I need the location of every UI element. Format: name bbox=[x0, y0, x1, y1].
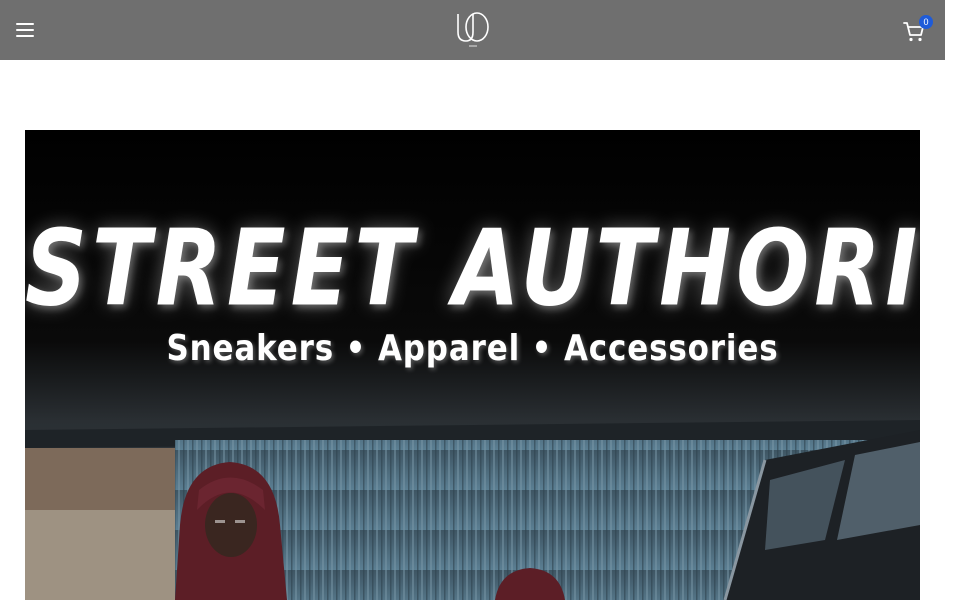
hamburger-menu-icon bbox=[16, 23, 34, 25]
logo-icon bbox=[457, 12, 489, 47]
banner-subtitle: Sneakers • Apparel • Accessories bbox=[166, 328, 779, 369]
cart-button[interactable]: 0 bbox=[900, 15, 940, 46]
site-header: 0 bbox=[0, 0, 945, 60]
brand-logo[interactable] bbox=[452, 8, 494, 50]
cart-count-badge: 0 bbox=[919, 15, 933, 29]
menu-button[interactable] bbox=[12, 18, 38, 42]
banner-title: STREET AUTHORITY bbox=[25, 208, 920, 330]
hero-banner[interactable]: STREET AUTHORITY Sneakers • Apparel • Ac… bbox=[25, 130, 920, 600]
